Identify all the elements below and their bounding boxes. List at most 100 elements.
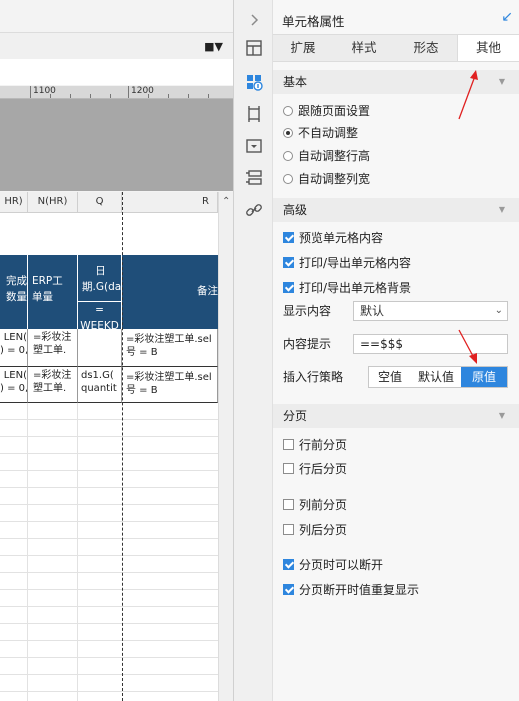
checkbox-label: 行前分页 xyxy=(299,438,348,452)
header-cell-erp-qty[interactable]: ERP工单量 xyxy=(28,255,78,329)
cell-properties-panel: 单元格属性 ↙ 扩展 样式 形态 其他 基本 ▼ 跟随页面设置 不自动调整 自动… xyxy=(273,0,519,701)
empty-row[interactable] xyxy=(0,573,218,590)
header-cell-completed-qty[interactable]: 完成数量 xyxy=(0,255,28,329)
empty-row[interactable] xyxy=(0,488,218,505)
empty-row[interactable] xyxy=(0,675,218,692)
cell-properties-icon[interactable] xyxy=(244,72,264,92)
data-cell[interactable]: =彩妆注塑工单. xyxy=(28,367,78,403)
insert-option-default[interactable]: 默认值 xyxy=(411,367,461,387)
data-cell[interactable] xyxy=(78,329,122,367)
checkbox-label: 列前分页 xyxy=(299,498,348,512)
checkbox-preview-cell[interactable]: 预览单元格内容 xyxy=(283,229,383,247)
empty-row[interactable] xyxy=(0,590,218,607)
empty-row[interactable] xyxy=(0,556,218,573)
empty-row[interactable] xyxy=(0,624,218,641)
data-cell[interactable]: LEN( ) = 0, xyxy=(0,367,28,403)
column-header-m[interactable]: HR) xyxy=(0,192,28,212)
sheet-grid[interactable]: 完成数量 ERP工单量 日期.G(day) = WEEKD 备注 LEN( ) … xyxy=(0,213,218,701)
tab-style[interactable]: 样式 xyxy=(333,35,395,61)
checkbox-allow-break[interactable]: 分页时可以断开 xyxy=(283,556,383,574)
data-cell[interactable]: =彩妆注塑工单.sel 号 = B xyxy=(122,367,218,403)
empty-row[interactable] xyxy=(0,607,218,624)
ruler-label-1200: 1200 xyxy=(131,86,154,96)
panel-title: 单元格属性 xyxy=(282,14,345,29)
checkbox-print-background[interactable]: 打印/导出单元格背景 xyxy=(283,279,411,297)
radio-label: 自动调整行高 xyxy=(298,149,371,163)
page-break-line xyxy=(122,192,123,701)
empty-row[interactable] xyxy=(0,420,218,437)
radio-follow-page[interactable]: 跟随页面设置 xyxy=(283,102,370,120)
checkbox-page-break-before-column[interactable]: 列前分页 xyxy=(283,496,347,514)
content-hint-input[interactable]: ==$$$ xyxy=(353,334,508,354)
empty-row[interactable] xyxy=(0,505,218,522)
insert-policy-label: 插入行策略 xyxy=(283,370,344,384)
widget-icon[interactable] xyxy=(244,104,264,124)
tab-form[interactable]: 形态 xyxy=(395,35,457,61)
header-cell-weekday[interactable]: = WEEKD xyxy=(78,301,122,329)
tab-expand[interactable]: 扩展 xyxy=(273,35,333,61)
checkbox-label: 分页断开时值重复显示 xyxy=(299,583,420,597)
empty-row[interactable] xyxy=(0,641,218,658)
radio-auto-column-width[interactable]: 自动调整列宽 xyxy=(283,170,370,188)
empty-row[interactable] xyxy=(0,522,218,539)
dock-arrow-icon[interactable]: ↙ xyxy=(501,9,513,25)
radio-label: 不自动调整 xyxy=(298,126,359,140)
cell-element-icon[interactable] xyxy=(244,38,264,58)
column-header-r[interactable]: R xyxy=(122,192,218,212)
data-cell[interactable]: ds1.G( quantit xyxy=(78,367,122,403)
data-cell[interactable]: LEN( ) = 0, xyxy=(0,329,28,367)
radio-no-auto-adjust[interactable]: 不自动调整 xyxy=(283,124,358,142)
empty-row[interactable] xyxy=(0,437,218,454)
section-paging-title: 分页 xyxy=(283,409,308,423)
checkbox-label: 打印/导出单元格背景 xyxy=(299,281,412,295)
property-icon-strip xyxy=(233,0,273,701)
display-content-label: 显示内容 xyxy=(283,304,332,318)
empty-row[interactable] xyxy=(0,454,218,471)
column-header-q[interactable]: Q xyxy=(78,192,122,212)
checkbox-label: 分页时可以断开 xyxy=(299,558,384,572)
collapse-icon[interactable]: ▼ xyxy=(499,404,505,428)
insert-option-null[interactable]: 空值 xyxy=(369,367,411,387)
collapse-icon[interactable]: ▼ xyxy=(499,70,505,94)
hyperlink-icon[interactable] xyxy=(244,200,264,220)
property-tabs: 扩展 样式 形态 其他 xyxy=(273,34,519,62)
data-list-icon[interactable] xyxy=(244,168,264,188)
section-basic-title: 基本 xyxy=(283,75,308,89)
header-cell-remark[interactable]: 备注 xyxy=(122,255,218,329)
checkbox-page-break-after-column[interactable]: 列后分页 xyxy=(283,521,347,539)
scroll-up-icon[interactable]: ⌃ xyxy=(222,196,230,207)
section-advanced-header[interactable]: 高级 ▼ xyxy=(273,198,519,222)
insert-policy-segmented: 空值 默认值 原值 xyxy=(368,366,508,388)
section-advanced-title: 高级 xyxy=(283,203,308,217)
display-content-select[interactable]: 默认 ⌄ xyxy=(353,301,508,321)
annotation-arrow-icon xyxy=(458,70,478,120)
section-paging-header[interactable]: 分页 ▼ xyxy=(273,404,519,428)
sheet-blank-area xyxy=(0,59,233,85)
checkbox-page-break-before-row[interactable]: 行前分页 xyxy=(283,436,347,454)
condition-attribute-icon[interactable] xyxy=(244,136,264,156)
column-header-n[interactable]: N(HR) xyxy=(28,192,78,212)
radio-label: 跟随页面设置 xyxy=(298,104,371,118)
checkbox-repeat-on-break[interactable]: 分页断开时值重复显示 xyxy=(283,581,419,599)
empty-row[interactable] xyxy=(0,403,218,420)
expand-panel-icon[interactable] xyxy=(244,10,264,30)
empty-row[interactable] xyxy=(0,539,218,556)
vertical-scrollbar[interactable]: ⌃ xyxy=(218,192,233,701)
empty-row[interactable] xyxy=(0,658,218,675)
ruler-label-1100: 1100 xyxy=(33,86,56,96)
data-cell[interactable]: =彩妆注塑工单.sel 号 = B xyxy=(122,329,218,367)
format-painter-icon[interactable]: ■▼ xyxy=(204,40,223,53)
annotation-arrow-icon xyxy=(458,329,477,364)
tab-other[interactable]: 其他 xyxy=(457,35,519,61)
column-header-bar: HR) N(HR) Q R xyxy=(0,192,218,213)
checkbox-page-break-after-row[interactable]: 行后分页 xyxy=(283,460,347,478)
radio-auto-row-height[interactable]: 自动调整行高 xyxy=(283,147,370,165)
chevron-down-icon[interactable]: ⌄ xyxy=(495,302,503,320)
header-cell-date[interactable]: 日期.G(day) xyxy=(78,255,122,301)
insert-option-original[interactable]: 原值 xyxy=(461,367,507,387)
data-cell[interactable]: =彩妆注塑工单. xyxy=(28,329,78,367)
collapse-icon[interactable]: ▼ xyxy=(499,198,505,222)
page-margin-area xyxy=(0,99,233,191)
empty-row[interactable] xyxy=(0,471,218,488)
checkbox-print-content[interactable]: 打印/导出单元格内容 xyxy=(283,254,411,272)
